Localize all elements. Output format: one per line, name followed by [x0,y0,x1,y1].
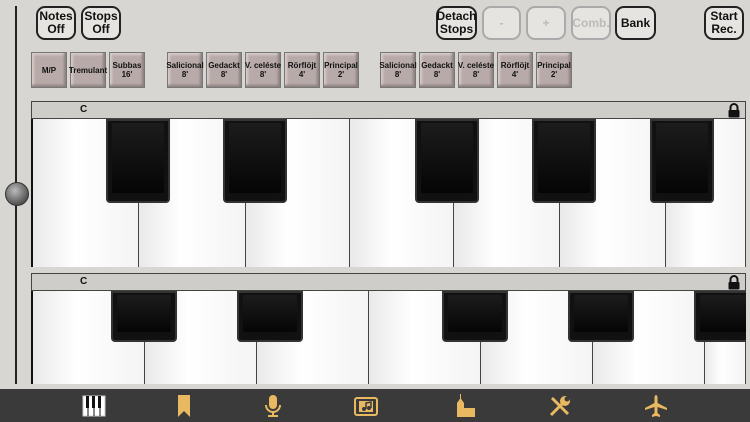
stop-button[interactable]: Salicional 8' [166,52,204,88]
tab-music-library[interactable] [353,393,379,419]
manual-octave-label: C [80,104,88,115]
comb-button[interactable]: Comb. [571,6,611,40]
bank-button[interactable]: Bank [615,6,656,40]
black-key[interactable] [694,291,746,342]
tab-settings[interactable] [547,393,573,419]
bottom-tab-bar [0,389,750,422]
tab-airplane-mode[interactable] [643,393,669,419]
music-folder-icon [354,397,378,416]
black-key[interactable] [415,119,479,203]
keyboard-keys [31,119,746,267]
volume-slider-knob[interactable] [5,182,29,206]
upper-manual: C [31,101,746,267]
tab-bookmarks[interactable] [171,393,197,419]
black-key[interactable] [532,119,596,203]
stop-button[interactable]: V. celéste 8' [458,52,494,88]
tab-keyboard[interactable] [81,393,107,419]
tools-icon [549,396,570,417]
lock-icon[interactable] [727,103,741,118]
stop-button[interactable]: M/P [31,52,67,88]
lower-manual: C [31,273,746,384]
black-key[interactable] [650,119,714,203]
stop-button[interactable]: Principal 2' [323,52,359,88]
minus-button[interactable]: - [482,6,521,40]
lock-icon[interactable] [727,275,741,290]
tab-organ[interactable] [451,393,477,419]
stop-button[interactable]: Principal 2' [536,52,572,88]
stop-button[interactable]: Gedackt 8' [419,52,455,88]
detach-stops-button[interactable]: Detach Stops [436,6,477,40]
manual-octave-label: C [80,276,88,287]
tab-record[interactable] [260,393,286,419]
bookmark-icon [178,395,190,417]
black-key[interactable] [237,291,303,342]
keyboard-keys [31,291,746,384]
top-control-bar: Notes Off Stops Off Detach Stops - + Com… [0,0,750,100]
stops-off-button[interactable]: Stops Off [81,6,121,40]
church-icon [457,394,475,417]
stop-button[interactable]: Salicional 8' [379,52,417,88]
microphone-icon [265,395,281,417]
notes-off-button[interactable]: Notes Off [36,6,76,40]
stop-button[interactable]: Rörflöjt 4' [497,52,533,88]
keyboard-icon [82,395,106,417]
stop-button[interactable]: V. celéste 8' [245,52,281,88]
stop-button[interactable]: Rörflöjt 4' [284,52,320,88]
black-key[interactable] [568,291,634,342]
stop-button[interactable]: Subbas 16' [109,52,145,88]
black-key[interactable] [106,119,170,203]
start-rec-button[interactable]: Start Rec. [704,6,744,40]
manual-header: C [31,273,746,291]
black-key[interactable] [223,119,287,203]
stop-button[interactable]: Tremulant [69,52,107,88]
plus-button[interactable]: + [526,6,566,40]
black-key[interactable] [442,291,508,342]
stop-button[interactable]: Gedackt 8' [206,52,242,88]
manual-header: C [31,101,746,119]
airplane-icon [645,395,667,417]
black-key[interactable] [111,291,177,342]
